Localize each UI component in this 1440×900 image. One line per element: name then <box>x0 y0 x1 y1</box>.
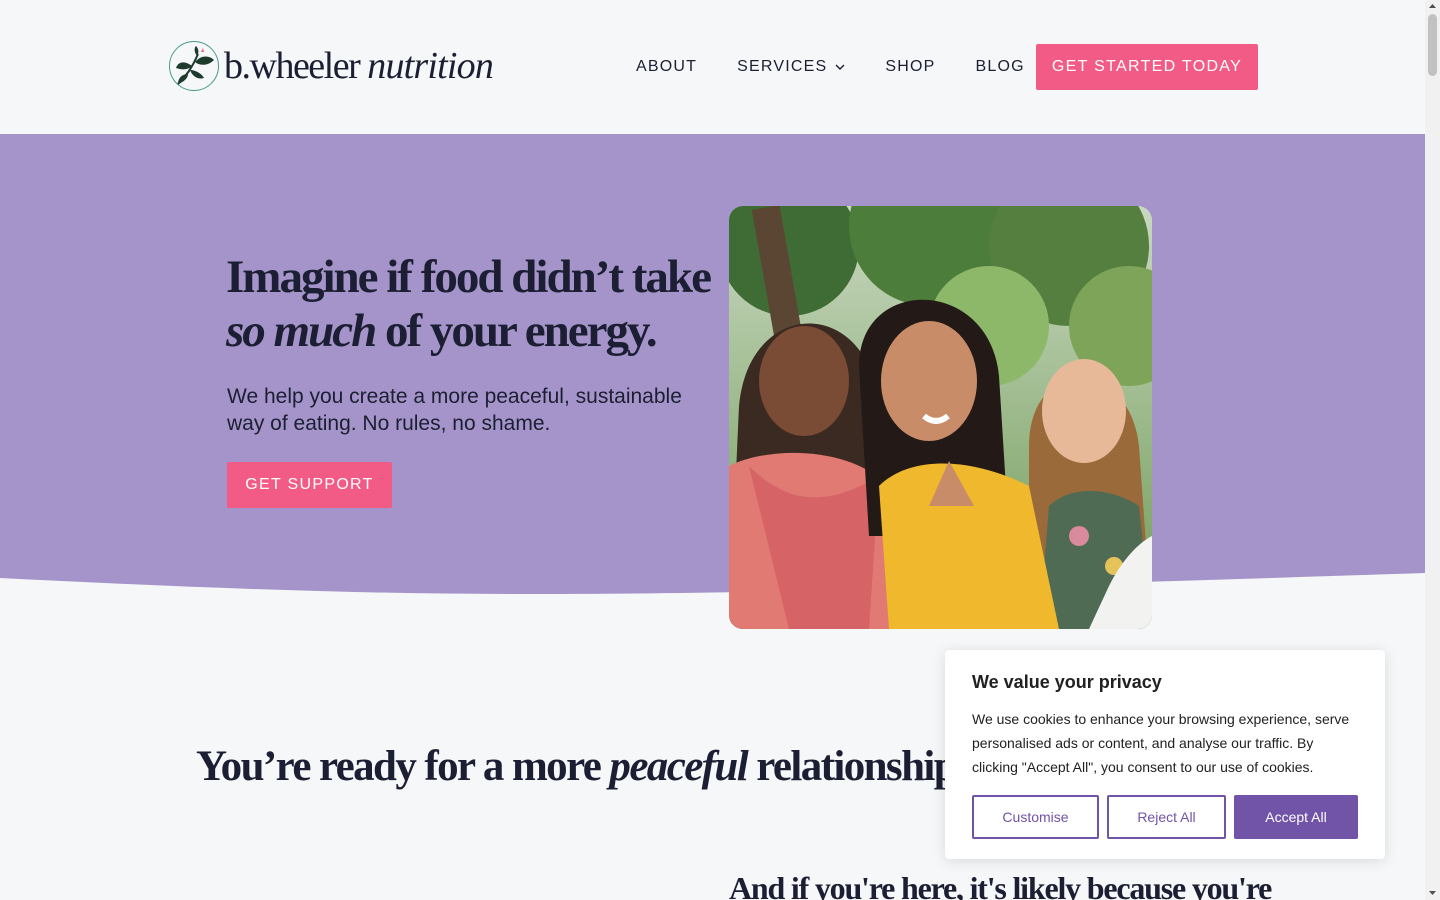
chevron-down-icon <box>835 64 845 70</box>
scroll-up-arrow-icon[interactable] <box>1428 2 1437 11</box>
nav-label: BLOG <box>975 58 1025 75</box>
cookie-consent-banner: We value your privacy We use cookies to … <box>945 650 1385 859</box>
page: b.wheeler nutrition ABOUT SERVICES SHOP … <box>0 0 1425 900</box>
hero-title-part2: of your energy. <box>375 305 658 357</box>
hero-title: Imagine if food didn’t take so much of y… <box>226 250 726 358</box>
logo-name-italic: nutrition <box>367 45 494 87</box>
reject-all-button[interactable]: Reject All <box>1107 795 1226 839</box>
section-title-part1: You’re ready for a more <box>196 743 610 790</box>
page-scrollbar[interactable] <box>1425 0 1440 900</box>
nav-item-blog[interactable]: BLOG <box>976 58 1025 76</box>
customise-button[interactable]: Customise <box>972 795 1099 839</box>
nav-item-about[interactable]: ABOUT <box>636 58 697 76</box>
site-header: b.wheeler nutrition ABOUT SERVICES SHOP … <box>0 0 1425 134</box>
hero-title-emphasis: so much <box>226 305 377 357</box>
nav-label: ABOUT <box>636 58 698 75</box>
logo[interactable]: b.wheeler nutrition <box>168 40 494 92</box>
section-title-emphasis: peaceful <box>609 743 748 790</box>
leaf-logo-icon <box>169 41 219 91</box>
hero-subtitle: We help you create a more peaceful, sust… <box>227 385 682 435</box>
cookie-text: We use cookies to enhance your browsing … <box>972 711 1350 775</box>
photo-three-women-icon <box>729 206 1152 629</box>
get-support-button[interactable]: GET SUPPORT <box>227 462 392 508</box>
nav-item-services[interactable]: SERVICES <box>737 58 845 76</box>
nav-label: SERVICES <box>737 58 828 75</box>
scroll-down-arrow-icon[interactable] <box>1428 888 1437 897</box>
cookie-title: We value your privacy <box>972 672 1162 692</box>
logo-name-main: b.wheeler <box>224 45 361 87</box>
scrollbar-thumb[interactable] <box>1428 14 1437 76</box>
hero-background <box>0 134 1425 594</box>
hero-title-part1: Imagine if food didn’t take <box>226 251 712 303</box>
nav-item-shop[interactable]: SHOP <box>885 58 935 76</box>
nav-label: SHOP <box>885 58 936 75</box>
section-subheading: And if you're here, it's likely because … <box>729 870 1272 900</box>
main-nav: ABOUT SERVICES SHOP BLOG <box>636 44 1065 90</box>
accept-all-button[interactable]: Accept All <box>1234 795 1358 839</box>
get-started-button[interactable]: GET STARTED TODAY <box>1036 44 1258 90</box>
logo-text: b.wheeler nutrition <box>224 44 494 88</box>
hero-photo <box>729 206 1152 629</box>
